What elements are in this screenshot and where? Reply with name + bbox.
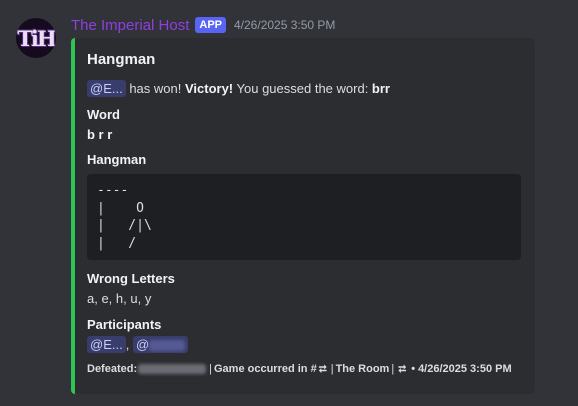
participant-mention[interactable]: @E... (87, 336, 126, 353)
footer-divider: | (330, 363, 334, 375)
message-timestamp[interactable]: 4/26/2025 3:50 PM (234, 18, 335, 32)
embed-footer: Defeated: | Game occurred in # ⮂ | The R… (87, 363, 512, 375)
footer-time: 4/26/2025 3:50 PM (418, 363, 512, 375)
footer-divider: | (391, 363, 395, 375)
hangman-line: | O (97, 200, 144, 216)
loop-icon: ⮂ (398, 363, 407, 375)
embed-title: Hangman (87, 51, 156, 68)
app-badge: APP (195, 17, 226, 33)
embed-description: @E... has won! Victory! You guessed the … (87, 80, 390, 97)
participant-mention-at: @ (135, 337, 150, 352)
footer-time-sep: • (411, 363, 416, 375)
victory-text: Victory! (184, 81, 234, 96)
hangman-embed: Hangman @E... has won! Victory! You gues… (71, 38, 535, 394)
participant-mention[interactable]: @ (132, 336, 189, 353)
footer-divider: | (209, 363, 212, 375)
username[interactable]: The Imperial Host (71, 17, 189, 34)
footer-game-text: Game occurred in # (213, 363, 317, 375)
field-hangman-name: Hangman (87, 152, 147, 167)
field-wrong-letters-value: a, e, h, u, y (87, 291, 152, 306)
avatar-logo: TiH (17, 25, 56, 51)
desc-text-2: You guessed the word: (233, 81, 372, 96)
hangman-line: ---- (97, 183, 129, 198)
winner-mention[interactable]: @E... (87, 80, 126, 97)
footer-defeated-label: Defeated: (87, 363, 138, 375)
field-participants-name: Participants (87, 317, 162, 332)
field-wrong-letters-name: Wrong Letters (87, 271, 175, 286)
hangman-line: | / (97, 235, 137, 251)
bot-avatar[interactable]: TiH (16, 18, 56, 58)
hangman-code-block: ---- | O | /|\ | / (87, 174, 521, 260)
message-header: The Imperial Host APP 4/26/2025 3:50 PM (71, 15, 335, 35)
guessed-word: brr (371, 81, 390, 96)
participant-separator: , (125, 337, 133, 352)
desc-text-1: has won! (125, 81, 185, 96)
footer-room: The Room (335, 363, 390, 375)
field-word-name: Word (87, 107, 120, 122)
hangman-line: | /|\ (97, 218, 152, 233)
field-participants-value: @E... , @ (87, 336, 189, 353)
redacted-defeated (138, 364, 207, 374)
field-word-value: b r r (87, 127, 113, 142)
redacted-name (149, 340, 186, 352)
loop-icon: ⮂ (318, 363, 327, 375)
